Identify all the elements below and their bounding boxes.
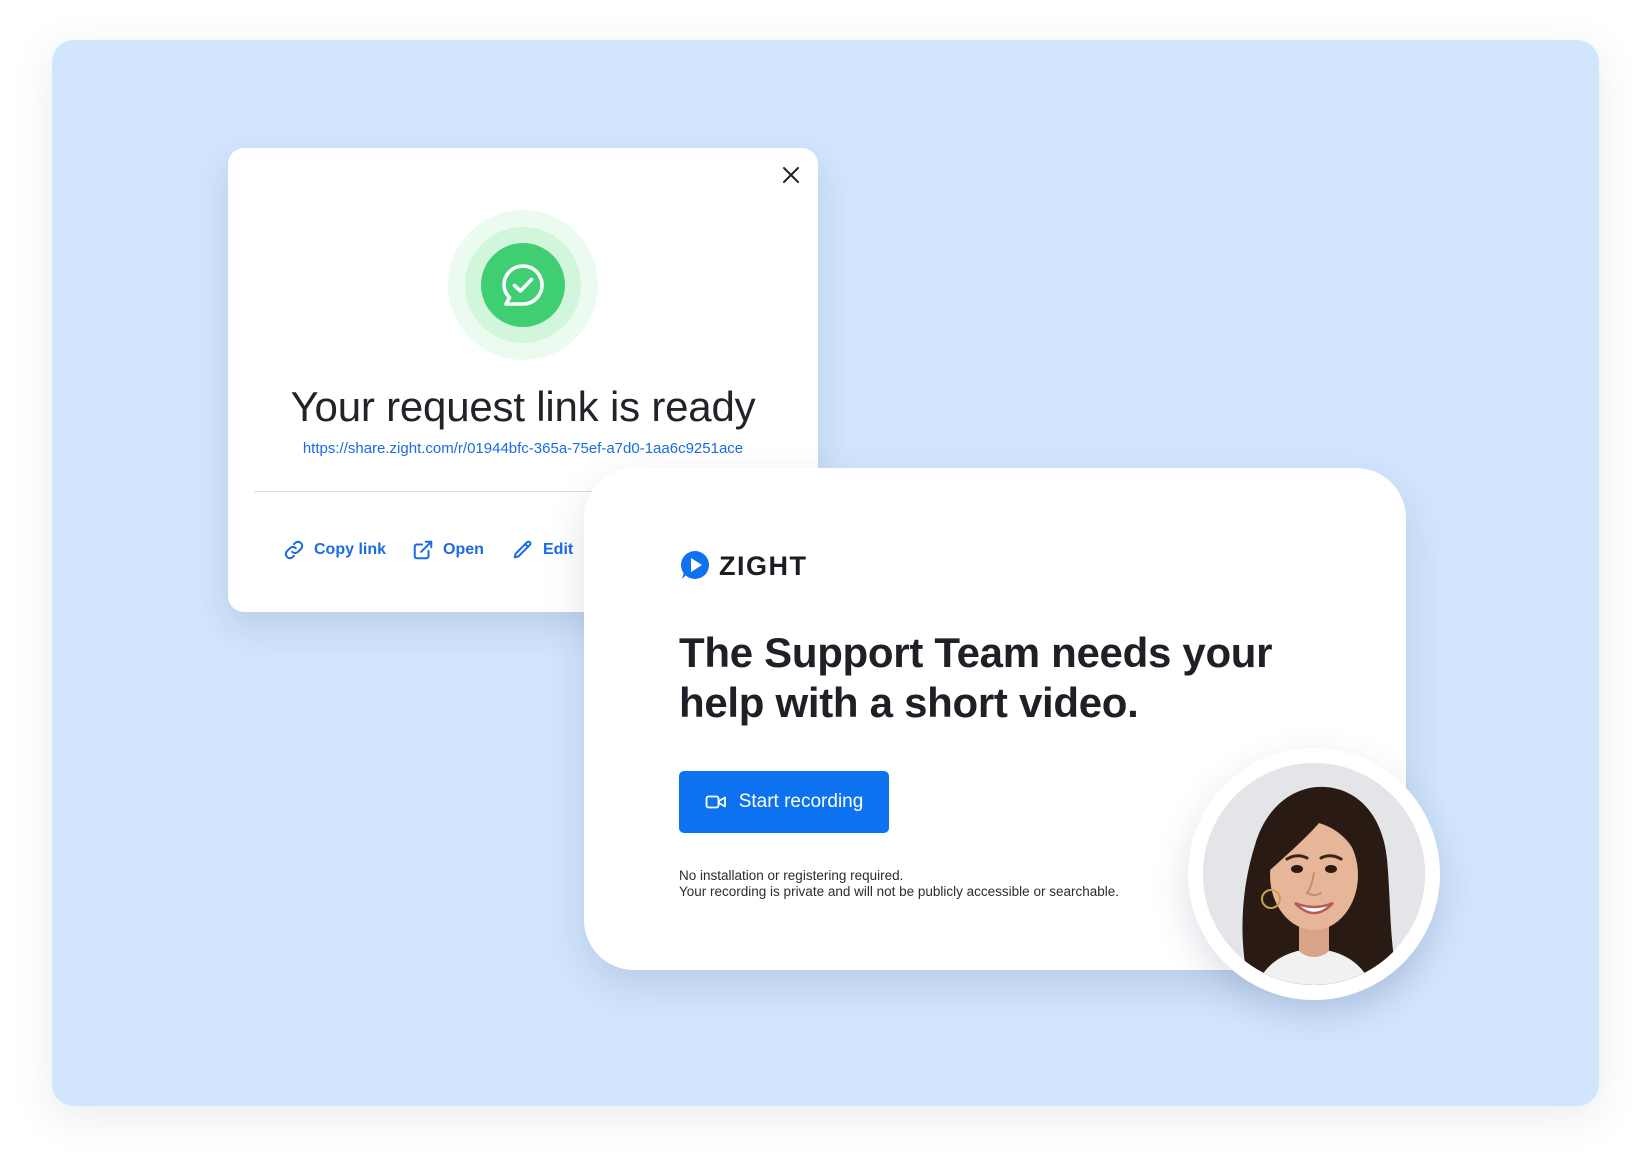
brand-name: ZIGHT bbox=[719, 550, 808, 581]
edit-button[interactable]: Edit bbox=[512, 539, 573, 561]
request-url-link[interactable]: https://share.zight.com/r/01944bfc-365a-… bbox=[228, 440, 818, 457]
zight-logo-icon bbox=[681, 551, 709, 579]
zight-logo: ZIGHT bbox=[679, 550, 808, 582]
video-camera-icon bbox=[705, 795, 726, 809]
copy-link-label: Copy link bbox=[314, 541, 387, 558]
close-icon bbox=[783, 167, 799, 183]
avatar bbox=[1188, 748, 1440, 1000]
copy-link-button[interactable]: Copy link bbox=[283, 539, 386, 561]
link-icon bbox=[284, 540, 304, 560]
open-button[interactable]: Open bbox=[412, 539, 484, 561]
start-recording-button[interactable]: Start recording bbox=[679, 771, 889, 833]
avatar-photo bbox=[1203, 763, 1425, 985]
request-headline: The Support Team needs your help with a … bbox=[679, 629, 1273, 726]
close-button[interactable] bbox=[778, 162, 804, 188]
link-ready-title: Your request link is ready bbox=[290, 383, 756, 430]
success-badge bbox=[448, 210, 598, 360]
edit-label: Edit bbox=[543, 541, 574, 558]
start-recording-label: Start recording bbox=[738, 791, 864, 812]
pencil-icon bbox=[513, 540, 532, 559]
page-background: Your request link is ready https://share… bbox=[52, 40, 1599, 1106]
privacy-note: No installation or registering required.… bbox=[679, 868, 1119, 899]
external-link-icon bbox=[413, 540, 433, 560]
open-label: Open bbox=[443, 541, 484, 558]
chat-check-icon bbox=[502, 264, 544, 306]
